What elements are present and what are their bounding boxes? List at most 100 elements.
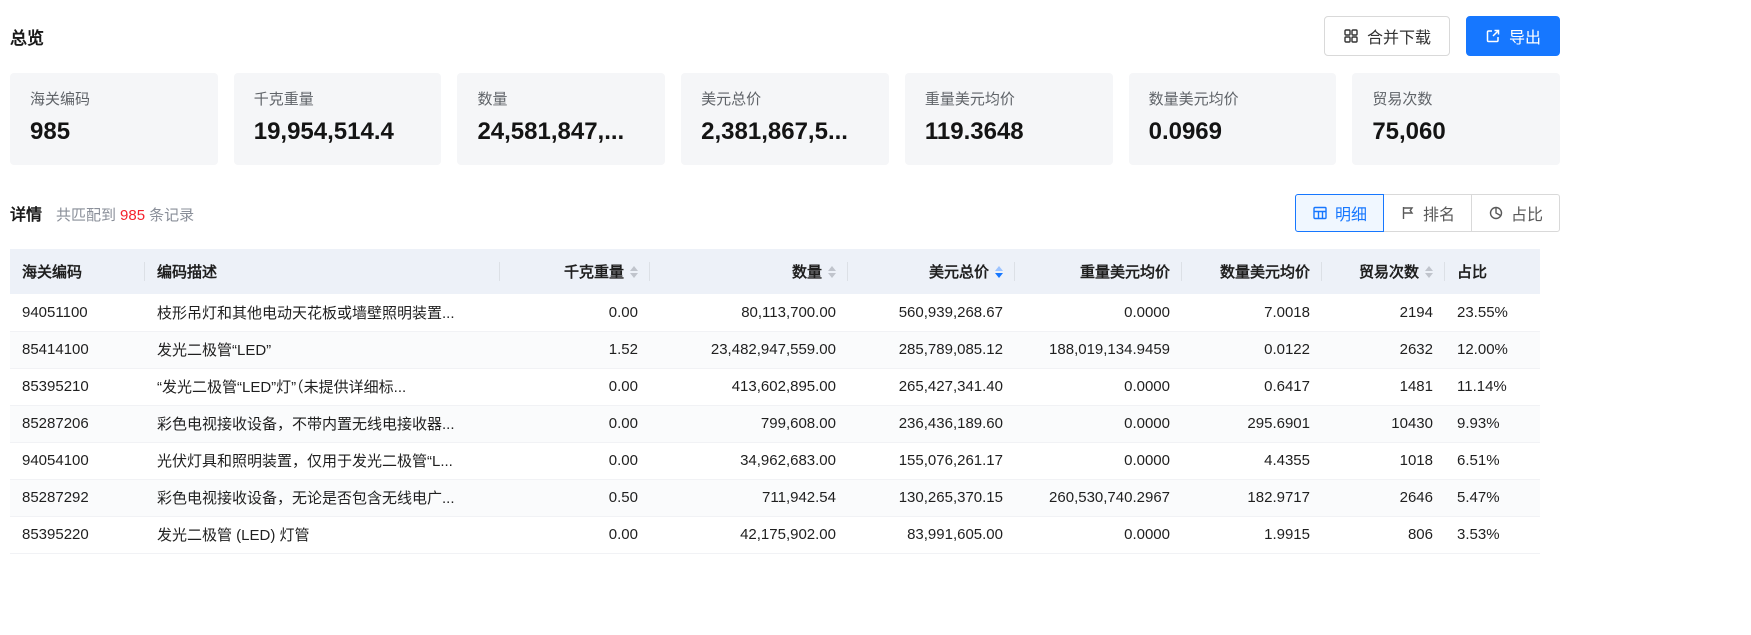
records-table: 海关编码 编码描述 千克重量 数量 — [10, 249, 1540, 554]
cell-description: 彩色电视接收设备，无论是否包含无线电广... — [145, 479, 500, 516]
export-icon — [1485, 28, 1501, 44]
match-record-text: 共匹配到985条记录 — [56, 204, 194, 225]
card-value: 19,954,514.4 — [254, 118, 422, 146]
card-value: 0.0969 — [1149, 118, 1317, 146]
cell-description: 发光二极管 (LED) 灯管 — [145, 516, 500, 553]
cell-kg-weight: 0.00 — [500, 368, 650, 405]
cell-code: 85287206 — [10, 405, 145, 442]
col-label: 占比 — [1457, 261, 1487, 282]
tab-ranking[interactable]: 排名 — [1383, 194, 1472, 232]
sort-icon[interactable] — [828, 266, 836, 278]
col-label: 重量美元均价 — [1080, 261, 1170, 282]
merge-download-icon — [1343, 28, 1359, 44]
sort-icon-active-desc[interactable] — [995, 266, 1003, 278]
summary-card-usd-total: 美元总价 2,381,867,5... — [681, 73, 889, 165]
cell-quantity-avg-price: 7.0018 — [1182, 294, 1322, 331]
cell-code: 85395220 — [10, 516, 145, 553]
cell-code: 85414100 — [10, 331, 145, 368]
cell-share: 11.14% — [1445, 368, 1540, 405]
col-header-customs-code: 海关编码 — [10, 249, 145, 294]
summary-card-weight-avg-price: 重量美元均价 119.3648 — [905, 73, 1113, 165]
pie-chart-icon — [1488, 205, 1504, 221]
cell-code: 94054100 — [10, 442, 145, 479]
cell-share: 12.00% — [1445, 331, 1540, 368]
cell-weight-avg-price: 0.0000 — [1015, 442, 1182, 479]
card-label: 数量美元均价 — [1149, 88, 1317, 109]
view-tab-group: 明细 排名 占比 — [1295, 194, 1560, 232]
merge-download-label: 合并下载 — [1367, 24, 1431, 48]
table-row: 94051100 枝形吊灯和其他电动天花板或墙壁照明装置... 0.00 80,… — [10, 294, 1540, 331]
cell-description: 光伏灯具和照明装置，仅用于发光二极管“L... — [145, 442, 500, 479]
cell-kg-weight: 0.00 — [500, 294, 650, 331]
col-label: 千克重量 — [564, 261, 624, 282]
tab-detail[interactable]: 明细 — [1295, 194, 1384, 232]
cell-quantity: 23,482,947,559.00 — [650, 331, 848, 368]
col-header-kg-weight[interactable]: 千克重量 — [500, 249, 650, 294]
top-actions: 合并下载 导出 — [1324, 16, 1560, 56]
cell-trade-count: 1018 — [1322, 442, 1445, 479]
table-row: 85395220 发光二极管 (LED) 灯管 0.00 42,175,902.… — [10, 516, 1540, 553]
table-icon — [1312, 205, 1328, 221]
cell-kg-weight: 0.00 — [500, 405, 650, 442]
cell-quantity-avg-price: 0.0122 — [1182, 331, 1322, 368]
col-header-share: 占比 — [1445, 249, 1540, 294]
card-value: 75,060 — [1372, 118, 1540, 146]
cell-description: 彩色电视接收设备，不带内置无线电接收器... — [145, 405, 500, 442]
cell-share: 3.53% — [1445, 516, 1540, 553]
card-value: 985 — [30, 118, 198, 146]
col-header-description: 编码描述 — [145, 249, 500, 294]
table-row: 85287292 彩色电视接收设备，无论是否包含无线电广... 0.50 711… — [10, 479, 1540, 516]
card-value: 2,381,867,5... — [701, 118, 869, 146]
card-label: 贸易次数 — [1372, 88, 1540, 109]
detail-bar: 详情 共匹配到985条记录 明细 — [10, 193, 1560, 233]
page: 总览 合并下载 — [10, 0, 1560, 554]
page-title: 总览 — [10, 24, 44, 49]
cell-weight-avg-price: 260,530,740.2967 — [1015, 479, 1182, 516]
export-button[interactable]: 导出 — [1466, 16, 1560, 56]
cell-quantity: 80,113,700.00 — [650, 294, 848, 331]
table-row: 85395210 “发光二极管“LED”灯”（未提供详细标... 0.00 41… — [10, 368, 1540, 405]
cell-usd-total: 130,265,370.15 — [848, 479, 1015, 516]
export-label: 导出 — [1509, 24, 1541, 48]
cell-usd-total: 265,427,341.40 — [848, 368, 1015, 405]
ranking-icon — [1400, 205, 1416, 221]
col-header-usd-total[interactable]: 美元总价 — [848, 249, 1015, 294]
col-label: 贸易次数 — [1359, 261, 1419, 282]
cell-weight-avg-price: 0.0000 — [1015, 368, 1182, 405]
match-count: 985 — [116, 207, 149, 224]
cell-weight-avg-price: 0.0000 — [1015, 405, 1182, 442]
sort-icon[interactable] — [630, 266, 638, 278]
cell-weight-avg-price: 188,019,134.9459 — [1015, 331, 1182, 368]
col-label: 数量美元均价 — [1220, 261, 1310, 282]
table-header-row: 海关编码 编码描述 千克重量 数量 — [10, 249, 1540, 294]
col-header-trade-count[interactable]: 贸易次数 — [1322, 249, 1445, 294]
summary-cards: 海关编码 985 千克重量 19,954,514.4 数量 24,581,847… — [10, 73, 1560, 165]
col-header-quantity[interactable]: 数量 — [650, 249, 848, 294]
card-label: 数量 — [477, 88, 645, 109]
detail-title: 详情 — [10, 201, 42, 225]
tab-label: 占比 — [1511, 201, 1543, 225]
detail-left: 详情 共匹配到985条记录 — [10, 201, 194, 225]
col-header-quantity-avg-price: 数量美元均价 — [1182, 249, 1322, 294]
col-label: 美元总价 — [929, 261, 989, 282]
cell-trade-count: 2632 — [1322, 331, 1445, 368]
col-label: 海关编码 — [22, 261, 82, 282]
sort-icon[interactable] — [1425, 266, 1433, 278]
cell-description: 枝形吊灯和其他电动天花板或墙壁照明装置... — [145, 294, 500, 331]
cell-code: 94051100 — [10, 294, 145, 331]
top-bar: 总览 合并下载 — [10, 0, 1560, 56]
cell-trade-count: 10430 — [1322, 405, 1445, 442]
cell-code: 85395210 — [10, 368, 145, 405]
col-header-weight-avg-price: 重量美元均价 — [1015, 249, 1182, 294]
cell-weight-avg-price: 0.0000 — [1015, 294, 1182, 331]
cell-quantity: 413,602,895.00 — [650, 368, 848, 405]
tab-proportion[interactable]: 占比 — [1471, 194, 1560, 232]
summary-card-quantity-avg-price: 数量美元均价 0.0969 — [1129, 73, 1337, 165]
cell-kg-weight: 0.50 — [500, 479, 650, 516]
match-suffix: 条记录 — [149, 207, 194, 224]
cell-trade-count: 806 — [1322, 516, 1445, 553]
cell-quantity-avg-price: 182.9717 — [1182, 479, 1322, 516]
merge-download-button[interactable]: 合并下载 — [1324, 16, 1450, 56]
cell-weight-avg-price: 0.0000 — [1015, 516, 1182, 553]
summary-card-customs-code: 海关编码 985 — [10, 73, 218, 165]
